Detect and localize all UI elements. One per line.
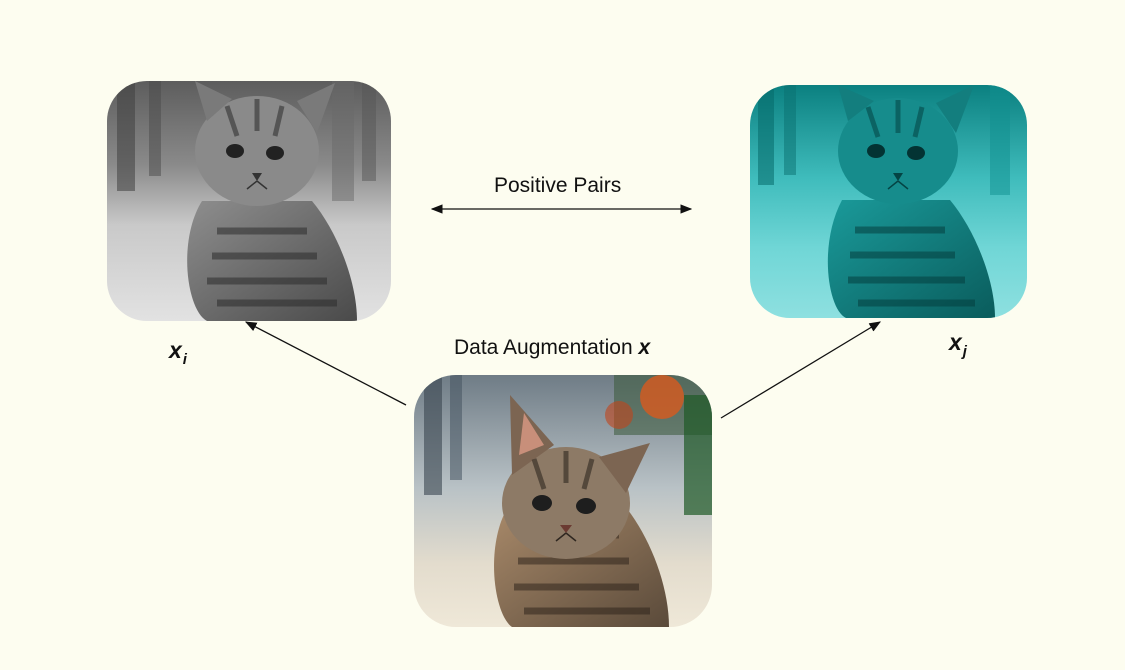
positive-pairs-label: Positive Pairs	[494, 174, 622, 197]
view-i-subscript: i	[182, 351, 187, 368]
kitten-image-grayscale	[107, 81, 391, 321]
augmentation-arrow-right	[720, 321, 882, 419]
view-j-subscript: j	[962, 343, 967, 360]
view-j-base: x	[949, 329, 962, 355]
kitten-image-original	[414, 375, 712, 627]
augmentation-arrow-left	[244, 321, 407, 406]
view-i-base: x	[169, 337, 182, 363]
data-augmentation-label: Data Augmentation x	[454, 337, 650, 358]
diagram-canvas: Positive Pairs Data Augmentation x xi xj	[0, 0, 1125, 670]
view-i-label: xi	[169, 337, 187, 368]
augmentation-variable: x	[638, 336, 651, 359]
view-j-label: xj	[949, 329, 967, 360]
kitten-image-cyan	[750, 85, 1027, 318]
data-augmentation-text: Data Augmentation	[454, 336, 633, 359]
